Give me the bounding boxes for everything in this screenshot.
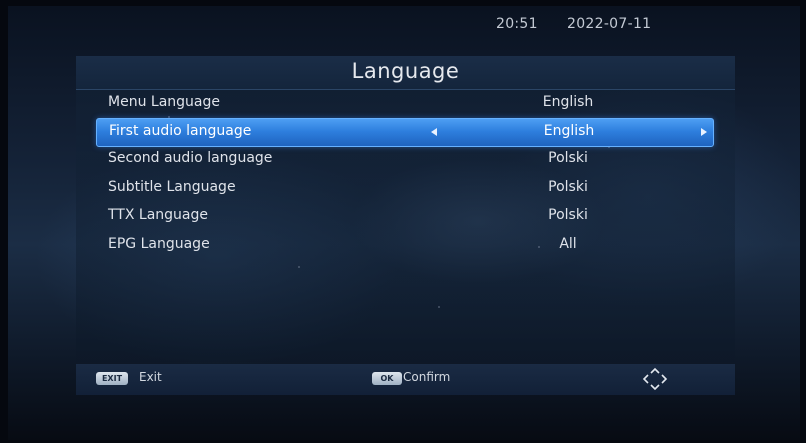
menu-item-label: Menu Language [108, 94, 220, 110]
menu-item-epg-language[interactable]: EPG Language All [96, 232, 712, 259]
page-title: Language [351, 59, 460, 83]
menu-item-label: Second audio language [108, 150, 273, 166]
arrow-left-icon[interactable] [431, 128, 437, 136]
menu-item-label: First audio language [109, 123, 252, 139]
menu-item-value: Polski [548, 150, 588, 166]
menu-item-label: Subtitle Language [108, 179, 236, 195]
clock-time: 20:51 [496, 16, 538, 32]
menu-item-label: TTX Language [108, 207, 208, 223]
menu-item-value: English [543, 123, 595, 139]
menu-item-menu-language[interactable]: Menu Language English [96, 90, 712, 117]
exit-hint-label: Exit [139, 370, 162, 384]
exit-key-icon[interactable]: EXIT [96, 372, 128, 385]
navigation-arrows-icon [642, 367, 668, 391]
title-bar: Language [76, 56, 735, 90]
confirm-hint-label: Confirm [403, 370, 451, 384]
clock-date: 2022-07-11 [567, 16, 652, 32]
menu-item-subtitle-language[interactable]: Subtitle Language Polski [96, 175, 712, 202]
ok-key-icon[interactable]: OK [372, 372, 402, 385]
menu-item-value: English [542, 94, 594, 110]
menu-item-first-audio-language[interactable]: First audio language English [96, 118, 714, 147]
menu-item-label: EPG Language [108, 236, 210, 252]
menu-item-second-audio-language[interactable]: Second audio language Polski [96, 146, 712, 173]
menu-item-value: Polski [548, 179, 588, 195]
menu-item-ttx-language[interactable]: TTX Language Polski [96, 203, 712, 230]
menu-item-value: Polski [548, 207, 588, 223]
menu-item-value: All [559, 236, 577, 252]
arrow-right-icon[interactable] [701, 128, 707, 136]
